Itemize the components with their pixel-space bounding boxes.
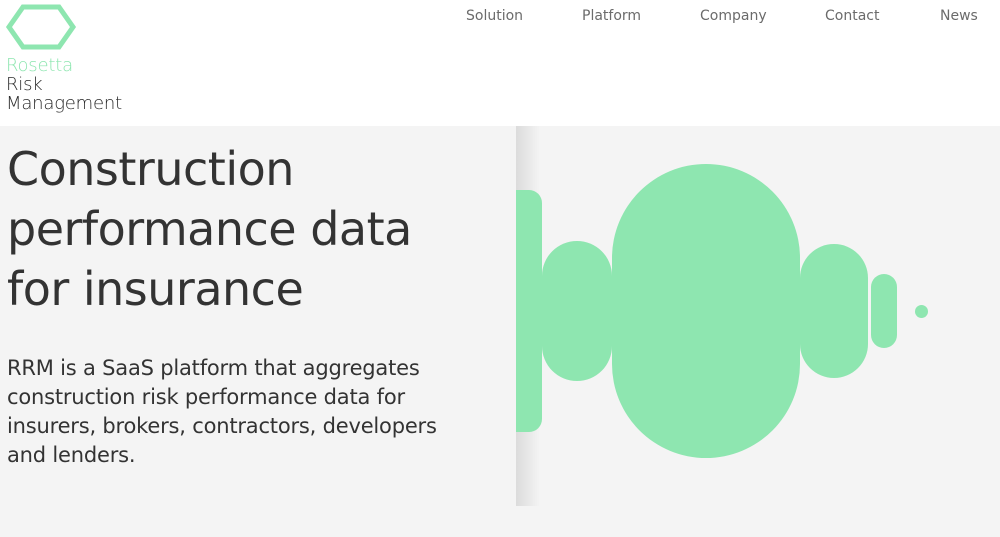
graphic-pill-4 — [800, 244, 868, 378]
graphic-pill-1 — [516, 190, 542, 432]
hero-title-line3: for insurance — [7, 262, 304, 316]
hero-title: Construction performance data for insura… — [7, 139, 507, 319]
hero-section: Construction performance data for insura… — [0, 126, 1000, 537]
site-header: Rosetta Risk Management Solution Platfor… — [0, 0, 1000, 126]
hero-title-line2: performance data — [7, 202, 412, 256]
nav-item-news[interactable]: News — [940, 8, 978, 24]
page: Rosetta Risk Management Solution Platfor… — [0, 0, 1000, 537]
nav-item-solution[interactable]: Solution — [466, 8, 523, 24]
hero-graphic — [516, 126, 1000, 506]
hexagon-logo-icon — [5, 4, 77, 50]
hero-title-line1: Construction — [7, 142, 294, 196]
graphic-pill-3 — [612, 164, 800, 458]
brand-name-line1: Rosetta — [6, 55, 73, 76]
brand-name-line2: Risk — [6, 74, 43, 95]
hero-description: RRM is a SaaS platform that aggregates c… — [7, 356, 437, 467]
brand-wordmark: Rosetta Risk Management — [6, 56, 122, 113]
brand-name-line3: Management — [6, 93, 122, 114]
graphic-pill-5 — [871, 274, 897, 348]
nav-item-platform[interactable]: Platform — [582, 8, 641, 24]
brand-logo[interactable]: Rosetta Risk Management — [5, 4, 145, 116]
graphic-pill-2 — [542, 241, 612, 381]
nav-item-contact[interactable]: Contact — [825, 8, 879, 24]
graphic-dot — [915, 305, 928, 318]
nav-item-company[interactable]: Company — [700, 8, 767, 24]
